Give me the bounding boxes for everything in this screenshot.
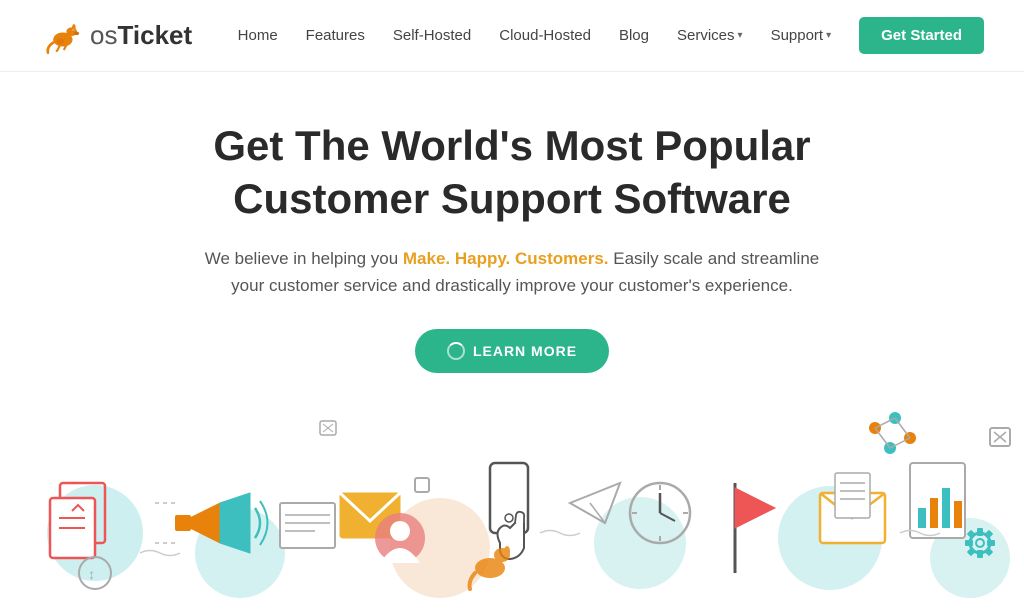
nav-support-dropdown[interactable]: Support ▾	[771, 27, 832, 44]
hero-description: We believe in helping you Make. Happy. C…	[202, 245, 822, 299]
nav-self-hosted[interactable]: Self-Hosted	[393, 27, 471, 44]
nav-home[interactable]: Home	[238, 27, 278, 44]
nav-features[interactable]: Features	[306, 27, 365, 44]
kangaroo-icon	[40, 14, 84, 58]
learn-more-label: LEARN MORE	[473, 343, 577, 359]
hero-illustration: ↕	[0, 403, 1024, 603]
logo[interactable]: osTicket	[40, 14, 192, 58]
nav-support-label: Support	[771, 27, 824, 44]
get-started-button[interactable]: Get Started	[859, 17, 984, 54]
illustration-strip: ↕	[0, 403, 1024, 603]
hero-section: Get The World's Most Popular Customer Su…	[0, 72, 1024, 403]
hero-title: Get The World's Most Popular Customer Su…	[40, 120, 984, 225]
services-chevron-icon: ▾	[738, 30, 743, 41]
logo-text: osTicket	[90, 20, 192, 51]
nav-blog[interactable]: Blog	[619, 27, 649, 44]
nav-cloud-hosted[interactable]: Cloud-Hosted	[499, 27, 591, 44]
main-nav: Home Features Self-Hosted Cloud-Hosted B…	[238, 17, 984, 54]
nav-services-label: Services	[677, 27, 735, 44]
svg-text:↕: ↕	[88, 566, 95, 582]
spinner-icon	[447, 342, 465, 360]
header: osTicket Home Features Self-Hosted Cloud…	[0, 0, 1024, 72]
support-chevron-icon: ▾	[826, 30, 831, 41]
hero-highlight: Make. Happy. Customers.	[403, 249, 609, 268]
learn-more-button[interactable]: LEARN MORE	[415, 329, 609, 373]
nav-services-dropdown[interactable]: Services ▾	[677, 27, 743, 44]
